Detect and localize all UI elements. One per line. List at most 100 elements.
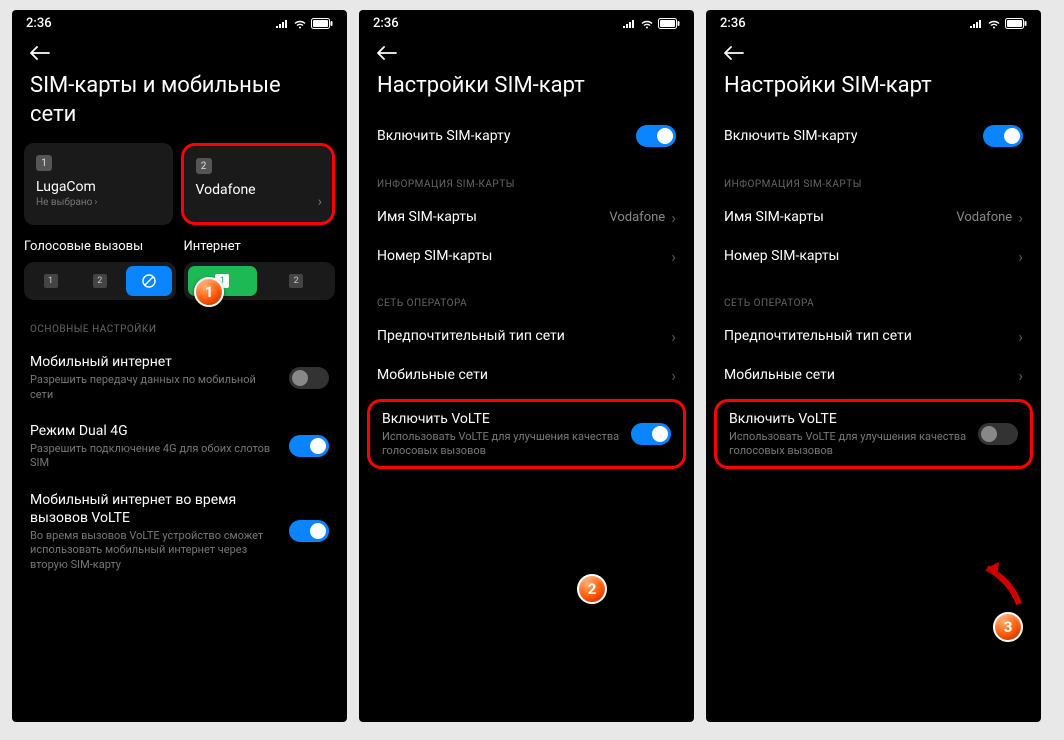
sim-badge-2: 2: [196, 158, 212, 174]
chevron-icon: ›: [1018, 366, 1023, 385]
item-mi-volte[interactable]: Мобильный интернет во время вызовов VoLT…: [12, 481, 347, 582]
back-button[interactable]: [377, 45, 395, 59]
sim-name-title: Имя SIM-карты: [377, 208, 599, 226]
wifi-icon: [293, 19, 307, 29]
volte-title: Включить VoLTE: [382, 410, 621, 428]
phone-screen-1: 2:36 SIM-карты и мобильные сети 1 LugaCo…: [12, 10, 347, 722]
item-volte[interactable]: Включить VoLTE Использовать VoLTE для ул…: [717, 402, 1030, 467]
item-pref-network[interactable]: Предпочтительный тип сети ›: [359, 317, 694, 356]
enable-sim-title: Включить SIM-карту: [724, 127, 973, 145]
voice-sim2-pill[interactable]: 2: [77, 266, 122, 296]
dual-section: Голосовые вызовы 1 2 Интернет 1 2: [12, 239, 347, 302]
back-button[interactable]: [724, 45, 742, 59]
item-mobile-networks[interactable]: Мобильные сети ›: [706, 356, 1041, 395]
chevron-icon: ›: [671, 208, 676, 227]
section-sim-info: ИНФОРМАЦИЯ SIM-КАРТЫ: [706, 157, 1041, 198]
item-sim-name[interactable]: Имя SIM-карты Vodafone ›: [359, 198, 694, 237]
mobile-internet-sub: Разрешить передачу данных по мобильной с…: [30, 373, 279, 402]
item-dual-4g[interactable]: Режим Dual 4G Разрешить подключение 4G д…: [12, 412, 347, 481]
chevron-icon: ›: [1018, 327, 1023, 346]
pref-net-title: Предпочтительный тип сети: [724, 327, 1008, 345]
callout-1: 1: [194, 277, 224, 307]
voice-sim1-pill[interactable]: 1: [28, 266, 73, 296]
chevron-icon: ›: [671, 247, 676, 266]
chevron-icon: ›: [1018, 247, 1023, 266]
status-bar: 2:36: [706, 10, 1041, 35]
section-main-settings: ОСНОВНЫЕ НАСТРОЙКИ: [12, 302, 347, 343]
toggle-mi-volte[interactable]: [289, 520, 329, 542]
mobile-internet-title: Мобильный интернет: [30, 353, 279, 371]
mi-volte-sub: Во время вызовов VoLTE устройство сможет…: [30, 529, 279, 572]
sim2-name: Vodafone: [196, 182, 321, 198]
page-title: Настройки SIM-карт: [359, 70, 694, 115]
section-operator-network: СЕТЬ ОПЕРАТОРА: [359, 276, 694, 317]
toggle-enable-sim[interactable]: [636, 125, 676, 147]
signal-icon: [969, 19, 983, 29]
chevron-icon: ›: [671, 327, 676, 346]
item-sim-number[interactable]: Номер SIM-карты ›: [359, 237, 694, 276]
internet-label: Интернет: [184, 239, 336, 254]
pointer-arrow-icon: [949, 556, 1029, 610]
wifi-icon: [987, 19, 1001, 29]
back-button[interactable]: [30, 45, 48, 59]
sim-number-title: Номер SIM-карты: [724, 247, 1008, 265]
voice-calls-label: Голосовые вызовы: [24, 239, 176, 254]
status-bar: 2:36: [359, 10, 694, 35]
item-mobile-internet[interactable]: Мобильный интернет Разрешить передачу да…: [12, 343, 347, 412]
sim-card-row: 1 LugaCom Не выбрано › 2 Vodafone ›: [12, 143, 347, 239]
status-time: 2:36: [26, 16, 52, 31]
dual4g-title: Режим Dual 4G: [30, 422, 279, 440]
battery-icon: [1005, 18, 1027, 29]
mobile-nets-title: Мобильные сети: [724, 366, 1008, 384]
toggle-volte[interactable]: [631, 423, 671, 445]
sim-card-2[interactable]: 2 Vodafone ›: [181, 143, 336, 225]
status-time: 2:36: [373, 16, 399, 31]
phone-screen-3: 2:36 Настройки SIM-карт Включить SIM-кар…: [706, 10, 1041, 722]
item-sim-name[interactable]: Имя SIM-карты Vodafone ›: [706, 198, 1041, 237]
volte-sub: Использовать VoLTE для улучшения качеств…: [382, 430, 621, 459]
sim-badge-1: 1: [36, 155, 52, 171]
item-mobile-networks[interactable]: Мобильные сети ›: [359, 356, 694, 395]
back-row: [359, 35, 694, 70]
section-sim-info: ИНФОРМАЦИЯ SIM-КАРТЫ: [359, 157, 694, 198]
battery-icon: [658, 18, 680, 29]
volte-sub: Использовать VoLTE для улучшения качеств…: [729, 430, 968, 459]
chevron-icon: ›: [1018, 208, 1023, 227]
callout-3: 3: [993, 612, 1023, 642]
sim1-sub: Не выбрано ›: [36, 197, 161, 208]
mobile-nets-title: Мобильные сети: [377, 366, 661, 384]
callout-2: 2: [577, 574, 607, 604]
status-icons: [622, 18, 680, 29]
enable-sim-title: Включить SIM-карту: [377, 127, 626, 145]
sim-name-value: Vodafone: [609, 210, 665, 225]
sim-name-title: Имя SIM-карты: [724, 208, 946, 226]
item-volte[interactable]: Включить VoLTE Использовать VoLTE для ул…: [370, 402, 683, 467]
toggle-enable-sim[interactable]: [983, 125, 1023, 147]
section-operator-network: СЕТЬ ОПЕРАТОРА: [706, 276, 1041, 317]
toggle-mobile-internet[interactable]: [289, 367, 329, 389]
toggle-volte-off[interactable]: [978, 423, 1018, 445]
signal-icon: [275, 19, 289, 29]
pref-net-title: Предпочтительный тип сети: [377, 327, 661, 345]
sim-card-1[interactable]: 1 LugaCom Не выбрано ›: [24, 143, 173, 225]
toggle-dual-4g[interactable]: [289, 435, 329, 457]
status-icons: [275, 18, 333, 29]
sim-name-value: Vodafone: [956, 210, 1012, 225]
chevron-icon: ›: [318, 194, 322, 210]
page-title: Настройки SIM-карт: [706, 70, 1041, 115]
page-title: SIM-карты и мобильные сети: [12, 70, 347, 143]
volte-title: Включить VoLTE: [729, 410, 968, 428]
signal-icon: [622, 19, 636, 29]
item-enable-sim[interactable]: Включить SIM-карту: [359, 115, 694, 157]
voice-ask-pill[interactable]: [126, 266, 171, 296]
item-sim-number[interactable]: Номер SIM-карты ›: [706, 237, 1041, 276]
dual4g-sub: Разрешить подключение 4G для обоих слото…: [30, 442, 279, 471]
item-pref-network[interactable]: Предпочтительный тип сети ›: [706, 317, 1041, 356]
battery-icon: [311, 18, 333, 29]
item-enable-sim[interactable]: Включить SIM-карту: [706, 115, 1041, 157]
status-time: 2:36: [720, 16, 746, 31]
status-icons: [969, 18, 1027, 29]
internet-sim2-pill[interactable]: 2: [261, 266, 331, 296]
phone-screen-2: 2:36 Настройки SIM-карт Включить SIM-кар…: [359, 10, 694, 722]
voice-pill-row: 1 2: [24, 262, 176, 300]
